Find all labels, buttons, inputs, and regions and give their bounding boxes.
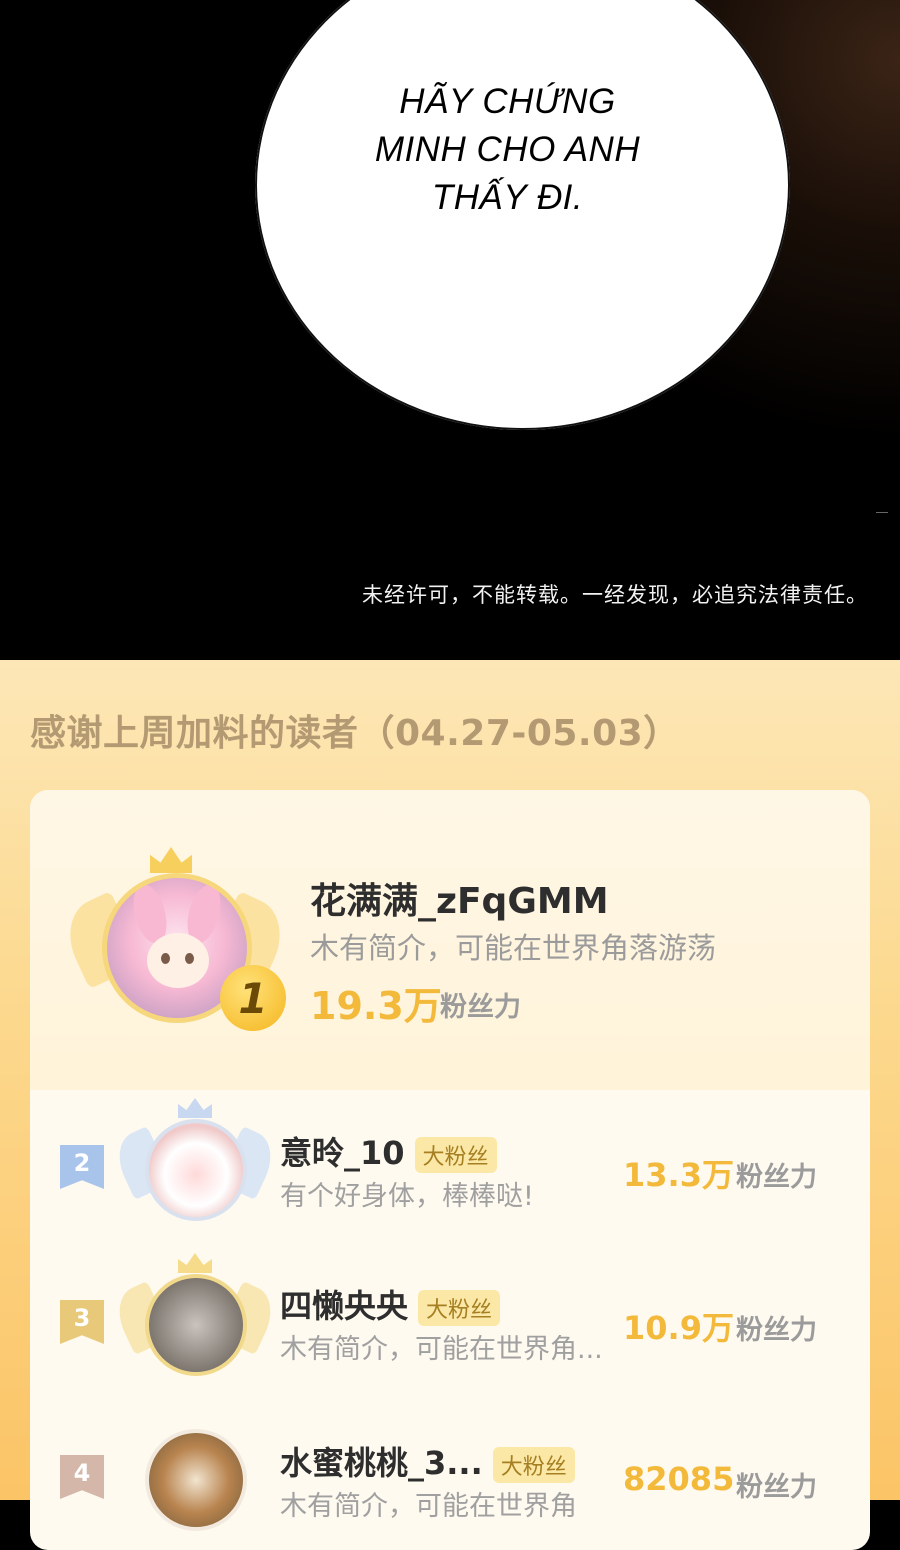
speech-bubble-text: HÃY CHỨNG MINH CHO ANH THẤY ĐI. bbox=[255, 78, 760, 222]
top-reader-avatar-frame: 1 bbox=[55, 845, 295, 1035]
rank-badge: 1 bbox=[220, 965, 286, 1031]
reader-name-text: 四懒央央 bbox=[280, 1287, 409, 1325]
leaderboard-title: 感谢上周加料的读者（04.27-05.03） bbox=[30, 713, 680, 754]
reader-name[interactable]: 四懒央央 大粉丝 bbox=[280, 1281, 501, 1327]
bubble-line: THẤY ĐI. bbox=[431, 178, 584, 217]
copyright-notice: 未经许可，不能转载。一经发现，必追究法律责任。 bbox=[362, 583, 868, 607]
bubble-line: HÃY CHỨNG bbox=[399, 82, 616, 121]
reader-name-text: 意昤_10 bbox=[280, 1134, 405, 1172]
top-reader[interactable]: 1 花满满_zFqGMM 木有简介，可能在世界角落游荡 19.3万 粉丝力 bbox=[30, 790, 870, 1090]
avatar-frame bbox=[120, 1414, 270, 1534]
fan-badge: 大粉丝 bbox=[418, 1290, 501, 1326]
rank-flag: 4 bbox=[60, 1455, 104, 1499]
reader-name-text: 水蜜桃桃_3... bbox=[280, 1444, 483, 1482]
fan-power-value: 19.3万 bbox=[310, 984, 442, 1028]
avatar-frame bbox=[108, 1253, 282, 1379]
leaderboard-card: 1 花满满_zFqGMM 木有简介，可能在世界角落游荡 19.3万 粉丝力 2 … bbox=[30, 790, 870, 1550]
reader-bio: 木有简介，可能在世界角落游荡 bbox=[310, 931, 717, 965]
comic-panel: HÃY CHỨNG MINH CHO ANH THẤY ĐI. 未经许可，不能转… bbox=[0, 0, 900, 660]
divider bbox=[876, 512, 888, 513]
crown-icon bbox=[178, 1253, 212, 1273]
fan-badge: 大粉丝 bbox=[414, 1137, 497, 1173]
avatar-eye bbox=[185, 953, 194, 964]
fan-power-label: 粉丝力 bbox=[736, 1315, 817, 1346]
reader-bio: 木有简介，可能在世界角... bbox=[280, 1334, 603, 1365]
fan-power-value: 82085 bbox=[623, 1460, 735, 1498]
reader-name[interactable]: 水蜜桃桃_3... 大粉丝 bbox=[280, 1438, 575, 1484]
fan-badge: 大粉丝 bbox=[492, 1447, 575, 1483]
rank-flag: 3 bbox=[60, 1300, 104, 1344]
fan-power-value: 10.9万 bbox=[623, 1309, 734, 1347]
avatar-eye bbox=[161, 953, 170, 964]
bubble-line: MINH CHO ANH bbox=[374, 130, 641, 169]
reader-name[interactable]: 花满满_zFqGMM bbox=[310, 872, 609, 924]
fan-power-label: 粉丝力 bbox=[440, 992, 521, 1023]
reader-name[interactable]: 意昤_10 大粉丝 bbox=[280, 1128, 497, 1174]
list-item[interactable]: 2 意昤_10 大粉丝 有个好身体，棒棒哒! 13.3万 粉丝力 bbox=[30, 1090, 870, 1240]
avatar[interactable] bbox=[145, 1429, 247, 1531]
list-item[interactable]: 3 四懒央央 大粉丝 木有简介，可能在世界角... 10.9万 粉丝力 bbox=[30, 1245, 870, 1395]
reader-bio: 有个好身体，棒棒哒! bbox=[280, 1181, 534, 1212]
crown-icon bbox=[178, 1098, 212, 1118]
fan-power-label: 粉丝力 bbox=[736, 1162, 817, 1193]
avatar-face bbox=[147, 933, 209, 988]
avatar-frame bbox=[108, 1098, 282, 1224]
reader-bio: 木有简介，可能在世界角 bbox=[280, 1491, 577, 1522]
avatar[interactable] bbox=[145, 1119, 247, 1221]
rank-flag: 2 bbox=[60, 1145, 104, 1189]
fan-power-value: 13.3万 bbox=[623, 1156, 734, 1194]
avatar[interactable] bbox=[145, 1274, 247, 1376]
reader-leaderboard: 感谢上周加料的读者（04.27-05.03） 1 花满满_zFqGMM 木有简介… bbox=[0, 660, 900, 1550]
crown-icon bbox=[150, 847, 192, 873]
list-item[interactable]: 4 水蜜桃桃_3... 大粉丝 木有简介，可能在世界角 82085 粉丝力 bbox=[30, 1400, 870, 1550]
fan-power-label: 粉丝力 bbox=[736, 1472, 817, 1503]
